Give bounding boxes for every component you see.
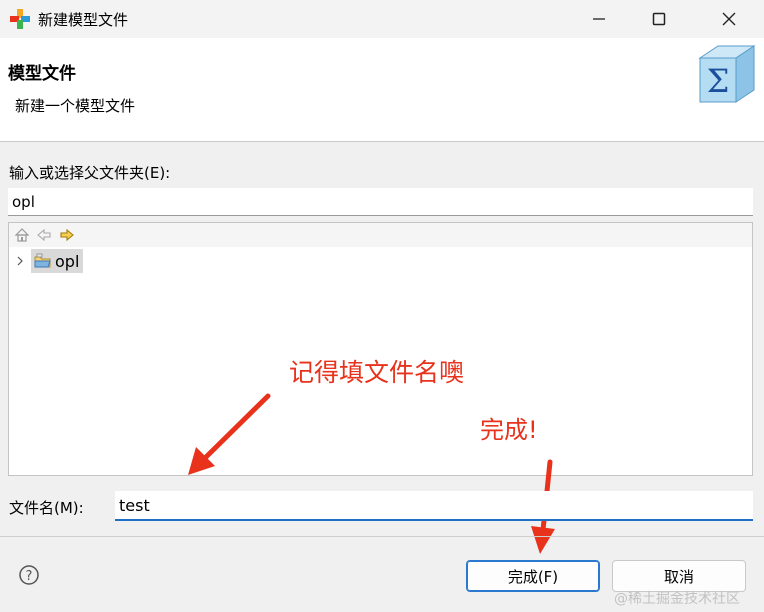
footer-divider — [0, 536, 764, 537]
parent-folder-label: 输入或选择父文件夹(E): — [9, 164, 171, 182]
minimize-button[interactable] — [570, 0, 628, 38]
window-title: 新建模型文件 — [38, 11, 129, 29]
maximize-icon — [652, 12, 666, 26]
svg-text:Σ: Σ — [707, 62, 730, 100]
parent-folder-input[interactable] — [8, 188, 753, 216]
wizard-banner: 模型文件 新建一个模型文件 Σ — [0, 38, 764, 142]
title-bar: 新建模型文件 — [0, 0, 764, 38]
project-folder-icon — [34, 253, 51, 268]
finish-button[interactable]: 完成(F) — [466, 560, 600, 592]
file-name-input[interactable] — [115, 491, 753, 521]
banner-title: 模型文件 — [8, 64, 76, 84]
annotation-finish: 完成! — [480, 416, 538, 444]
file-name-label: 文件名(M): — [9, 499, 84, 517]
tree-toolbar — [9, 223, 752, 247]
svg-text:?: ? — [26, 569, 33, 584]
chevron-right-icon[interactable] — [15, 255, 25, 267]
home-icon[interactable] — [14, 227, 30, 243]
close-icon — [722, 12, 736, 26]
watermark: @稀土掘金技术社区 — [614, 591, 740, 607]
tree-node-label: opl — [55, 251, 80, 271]
minimize-icon — [593, 18, 605, 20]
help-icon[interactable]: ? — [18, 564, 40, 586]
folder-tree[interactable]: opl — [8, 222, 753, 476]
forward-arrow-icon[interactable] — [59, 227, 75, 243]
banner-description: 新建一个模型文件 — [15, 97, 136, 115]
plus-cross-app-icon — [10, 9, 30, 29]
tree-row-opl[interactable]: opl — [15, 249, 84, 273]
maximize-button[interactable] — [630, 0, 688, 38]
annotation-fill-filename: 记得填文件名噢 — [289, 358, 465, 387]
back-arrow-icon[interactable] — [36, 227, 52, 243]
close-button[interactable] — [700, 0, 758, 38]
sigma-cube-icon: Σ — [698, 45, 756, 103]
tree-node-opl[interactable]: opl — [31, 249, 84, 273]
